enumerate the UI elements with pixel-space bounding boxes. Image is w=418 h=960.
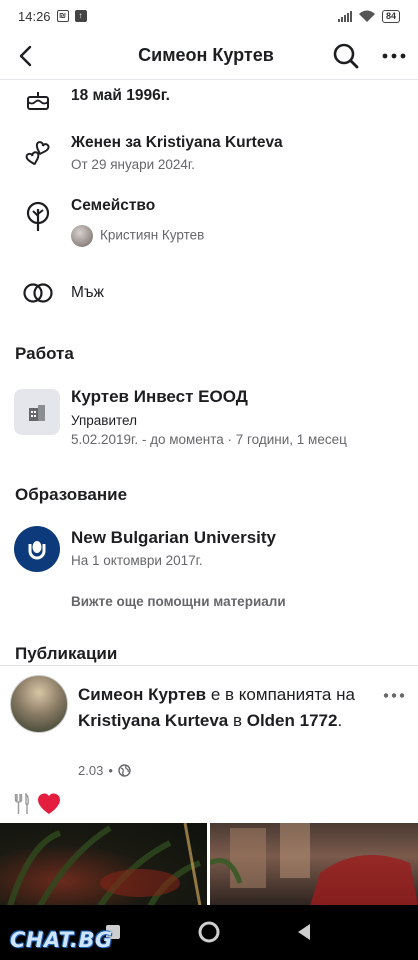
back-arrow-icon — [19, 45, 32, 66]
heart-icon — [38, 793, 60, 814]
search-button[interactable] — [322, 32, 370, 80]
globe-icon — [118, 764, 131, 777]
cake-icon — [20, 81, 56, 117]
post-photo-1[interactable] — [0, 823, 207, 906]
company-logo — [14, 389, 60, 435]
status-time: 14:26 — [18, 8, 51, 24]
relationship-title: Женен за Kristiyana Kurteva — [71, 134, 283, 151]
work-section-title: Работа — [15, 344, 74, 363]
wifi-icon — [358, 10, 375, 22]
university-logo — [14, 526, 60, 572]
watermark-logo: CHAT.BG — [10, 928, 113, 952]
job-period: 5.02.2019г. - до момента · 7 години, 1 м… — [71, 432, 347, 447]
family-member[interactable]: Кристиян Куртев — [71, 225, 402, 247]
posts-section-title: Публикации — [15, 644, 118, 663]
home-button[interactable] — [194, 917, 224, 947]
school-date: На 1 октомври 2017г. — [71, 553, 203, 568]
search-icon — [333, 43, 359, 68]
top-app-bar: Симеон Куртев — [0, 32, 418, 80]
tree-icon — [20, 199, 56, 235]
post-meta: 2.03 • — [78, 763, 131, 778]
post-photo-2[interactable] — [210, 823, 418, 906]
post-reactions — [14, 792, 62, 816]
family-member-avatar — [71, 225, 93, 247]
notification-icon: ₪ — [56, 10, 69, 22]
section-divider — [0, 665, 418, 666]
post-location[interactable]: Olden 1772 — [247, 711, 338, 730]
back-nav-button[interactable] — [289, 917, 319, 947]
more-dots-icon — [382, 53, 406, 58]
profile-about-content: 18 май 1996г. Женен за Kristiyana Kurtev… — [0, 81, 418, 906]
post-author-name[interactable]: Симеон Куртев — [78, 685, 206, 704]
job-role: Управител — [71, 413, 137, 428]
company-name: Куртев Инвест ЕООД — [71, 387, 248, 406]
status-bar: 14:26 ₪ ↑ 84 — [0, 0, 418, 32]
education-section-title: Образование — [15, 485, 128, 504]
back-button[interactable] — [0, 32, 50, 80]
more-dots-icon — [383, 692, 405, 698]
family-member-name: Кристиян Куртев — [100, 227, 205, 243]
school-name: New Bulgarian University — [71, 528, 277, 547]
signal-icon — [337, 10, 352, 22]
page-title: Симеон Куртев — [138, 45, 274, 65]
relationship-since: От 29 януари 2024г. — [71, 157, 195, 172]
gender-rings-icon — [20, 275, 56, 311]
home-circle-icon — [198, 921, 220, 943]
post-date[interactable]: 2.03 — [78, 763, 103, 778]
birthday-date: 18 май 1996г. — [71, 87, 170, 104]
hearts-icon — [20, 136, 56, 172]
tagged-person[interactable]: Kristiyana Kurteva — [78, 711, 228, 730]
more-options-button[interactable] — [370, 32, 418, 80]
gender-value: Мъж — [71, 284, 104, 301]
battery-icon: 84 — [381, 9, 400, 23]
post-headline: Симеон Куртев е в компанията на Kristiya… — [78, 685, 355, 730]
post-more-button[interactable] — [380, 685, 408, 705]
post-author-avatar[interactable] — [10, 675, 68, 733]
triangle-back-icon — [298, 924, 310, 940]
building-icon — [29, 405, 45, 421]
upload-notification-icon: ↑ — [74, 10, 87, 22]
fork-knife-icon — [14, 793, 29, 814]
family-title: Семейство — [71, 197, 156, 214]
see-more-link[interactable]: Вижте още помощни материали — [71, 594, 286, 609]
